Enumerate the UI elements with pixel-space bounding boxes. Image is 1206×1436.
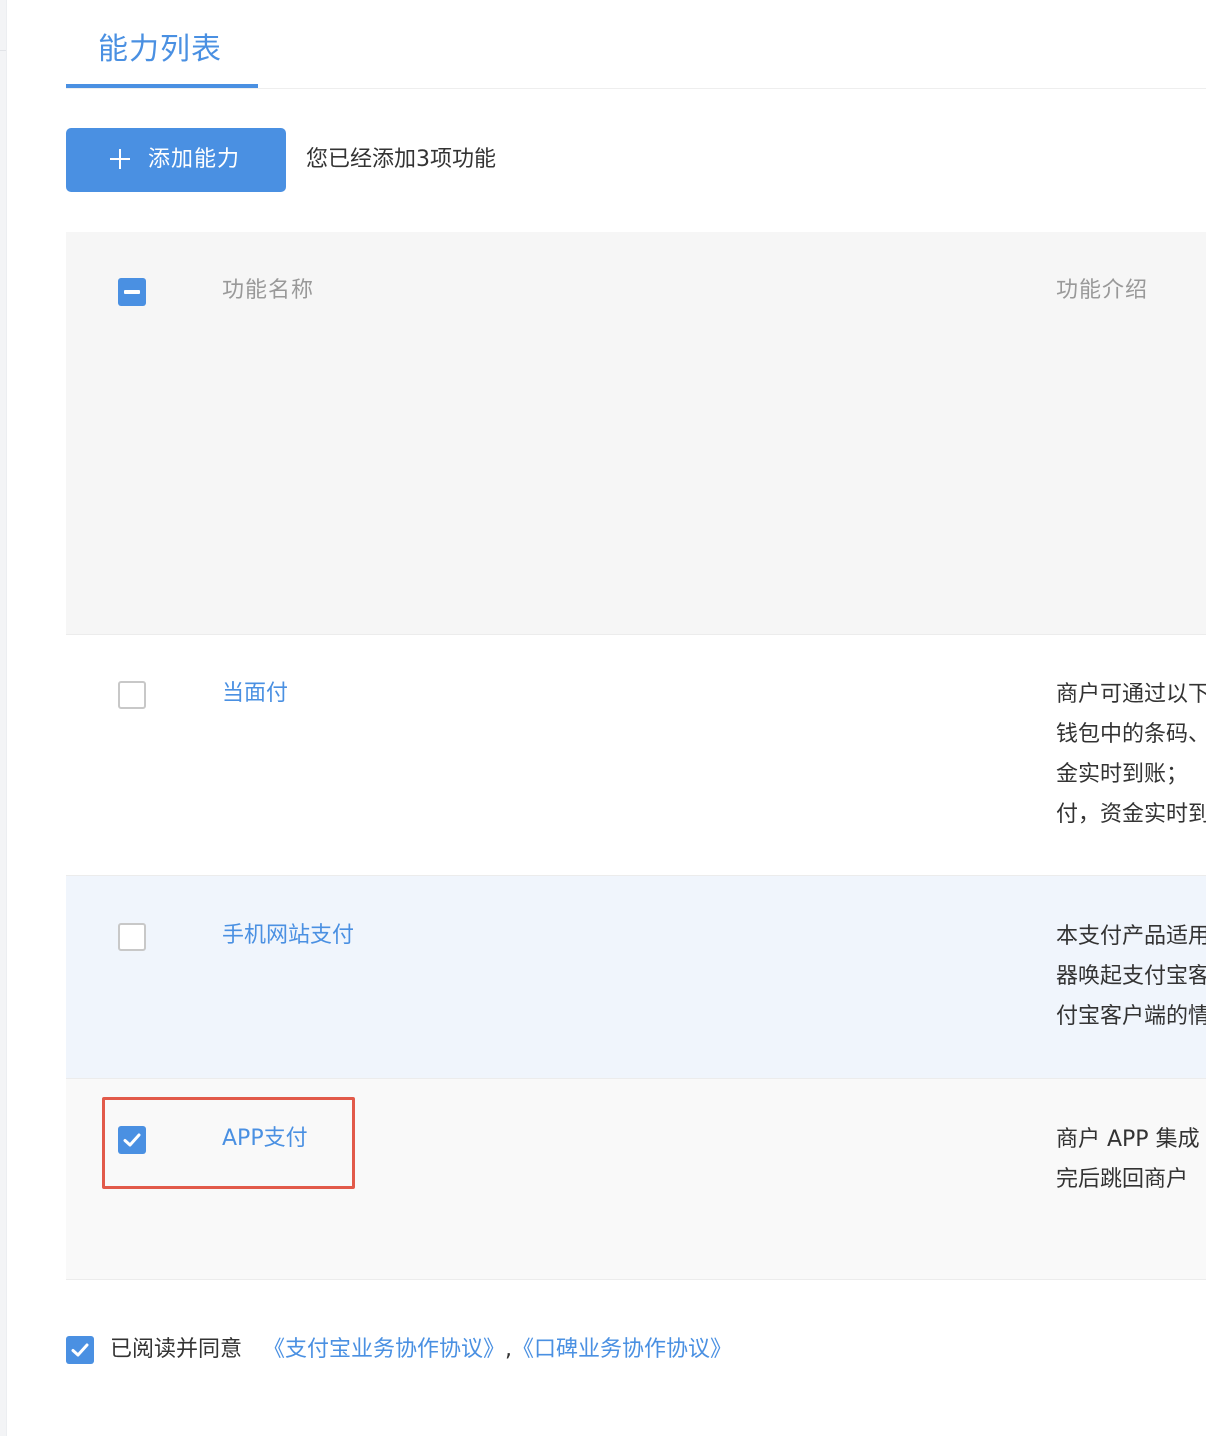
capability-description: 完后跳回商户 [1056,1167,1189,1192]
alipay-agreement-link[interactable]: 《支付宝业务协作协议》 [263,1337,505,1362]
agreement-checkbox[interactable] [66,1336,94,1364]
tab-label: 能力列表 [98,32,222,67]
koubei-agreement-link[interactable]: 《口碑业务协作协议》 [512,1337,732,1362]
capability-name-link[interactable]: APP支付 [222,1124,308,1154]
tab-capability-list[interactable]: 能力列表 [66,0,258,88]
capability-description: 付，资金实时到 [1056,802,1206,827]
capability-name-link[interactable]: 手机网站支付 [222,921,354,951]
agreement-prefix: 已阅读并同意 [110,1337,243,1362]
left-rail [0,0,7,1436]
checkmark-icon [123,1133,141,1147]
table-row: 手机网站支付 本支付产品适用 器唤起支付宝客 付宝客户端的情 [66,876,1206,1079]
tab-bar: 能力列表 [66,0,1206,89]
agreement-line: 已阅读并同意 《支付宝业务协作协议》,《口碑业务协作协议》 [110,1334,732,1366]
checkmark-icon [71,1343,89,1357]
plus-icon [110,149,130,169]
select-all-checkbox[interactable] [118,278,146,306]
capability-table: 功能名称 功能介绍 当面付 商户可通过以下 钱包中的条码、 金实时到账； 付，资… [66,232,1206,1280]
row-checkbox[interactable] [118,681,146,709]
capability-description: 金实时到账； [1056,762,1189,787]
added-count-text: 您已经添加3项功能 [306,147,496,172]
capability-description: 商户 APP 集成 [1056,1127,1200,1152]
capability-description: 本支付产品适用 [1056,924,1206,949]
table-header: 功能名称 功能介绍 [66,232,1206,635]
column-header-name: 功能名称 [222,278,315,303]
capability-description: 付宝客户端的情 [1056,1004,1206,1029]
rail-divider [0,50,6,51]
table-row: APP支付 商户 APP 集成 完后跳回商户 [66,1079,1206,1280]
row-checkbox-checked[interactable] [118,1126,146,1154]
agreement-separator: , [505,1337,513,1362]
capability-description: 商户可通过以下 [1056,682,1206,707]
capability-name-link[interactable]: 当面付 [222,679,288,709]
capability-description: 器唤起支付宝客 [1056,964,1206,989]
add-capability-button[interactable]: 添加能力 [66,128,286,192]
add-capability-label: 添加能力 [148,147,241,172]
row-checkbox[interactable] [118,923,146,951]
table-row: 当面付 商户可通过以下 钱包中的条码、 金实时到账； 付，资金实时到 [66,635,1206,876]
column-header-description: 功能介绍 [1056,278,1149,303]
capability-description: 钱包中的条码、 [1056,722,1206,747]
